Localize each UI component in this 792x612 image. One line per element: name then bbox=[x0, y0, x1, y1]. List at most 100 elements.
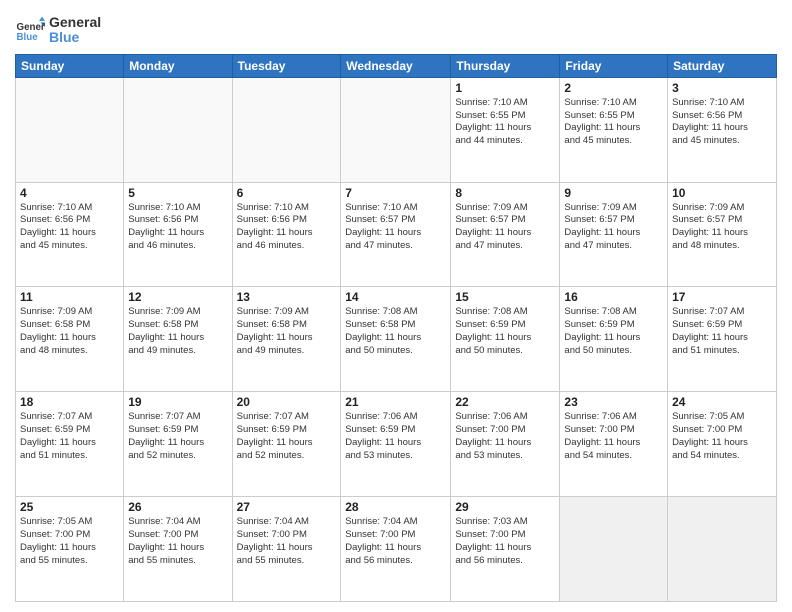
calendar-cell bbox=[341, 77, 451, 182]
calendar-cell: 9 Sunrise: 7:09 AMSunset: 6:57 PMDaylight… bbox=[560, 182, 668, 287]
day-info: Sunrise: 7:05 AMSunset: 7:00 PMDaylight:… bbox=[672, 411, 772, 462]
header-row: SundayMondayTuesdayWednesdayThursdayFrid… bbox=[16, 54, 777, 77]
calendar-cell: 22 Sunrise: 7:06 AMSunset: 7:00 PMDayligh… bbox=[451, 392, 560, 497]
header: General Blue General Blue bbox=[15, 15, 777, 46]
calendar-cell: 20 Sunrise: 7:07 AMSunset: 6:59 PMDayligh… bbox=[232, 392, 341, 497]
day-info: Sunrise: 7:10 AMSunset: 6:56 PMDaylight:… bbox=[128, 202, 227, 253]
day-number: 4 bbox=[20, 186, 119, 200]
day-info: Sunrise: 7:06 AMSunset: 7:00 PMDaylight:… bbox=[455, 411, 555, 462]
day-info: Sunrise: 7:07 AMSunset: 6:59 PMDaylight:… bbox=[672, 306, 772, 357]
calendar-cell bbox=[124, 77, 232, 182]
week-row-1: 4 Sunrise: 7:10 AMSunset: 6:56 PMDaylight… bbox=[16, 182, 777, 287]
calendar-cell: 28Sunrise: 7:04 AMSunset: 7:00 PMDayligh… bbox=[341, 497, 451, 602]
logo-icon: General Blue bbox=[15, 15, 45, 45]
header-day-sunday: Sunday bbox=[16, 54, 124, 77]
week-row-4: 25 Sunrise: 7:05 AMSunset: 7:00 PMDayligh… bbox=[16, 497, 777, 602]
day-number: 10 bbox=[672, 186, 772, 200]
calendar-cell: 23 Sunrise: 7:06 AMSunset: 7:00 PMDayligh… bbox=[560, 392, 668, 497]
day-number: 27 bbox=[237, 500, 337, 514]
day-info: Sunrise: 7:10 AMSunset: 6:55 PMDaylight:… bbox=[455, 97, 555, 148]
day-info: Sunrise: 7:10 AMSunset: 6:56 PMDaylight:… bbox=[237, 202, 337, 253]
day-number: 25 bbox=[20, 500, 119, 514]
day-number: 26 bbox=[128, 500, 227, 514]
calendar-cell bbox=[16, 77, 124, 182]
calendar-cell bbox=[668, 497, 777, 602]
day-info: Sunrise: 7:07 AMSunset: 6:59 PMDaylight:… bbox=[20, 411, 119, 462]
day-info: Sunrise: 7:09 AMSunset: 6:57 PMDaylight:… bbox=[672, 202, 772, 253]
day-number: 19 bbox=[128, 395, 227, 409]
day-info: Sunrise: 7:07 AMSunset: 6:59 PMDaylight:… bbox=[237, 411, 337, 462]
day-number: 15 bbox=[455, 290, 555, 304]
calendar-cell: 2Sunrise: 7:10 AMSunset: 6:55 PMDaylight… bbox=[560, 77, 668, 182]
calendar-cell: 26 Sunrise: 7:04 AMSunset: 7:00 PMDayligh… bbox=[124, 497, 232, 602]
day-info: Sunrise: 7:07 AMSunset: 6:59 PMDaylight:… bbox=[128, 411, 227, 462]
calendar-cell: 3 Sunrise: 7:10 AMSunset: 6:56 PMDaylight… bbox=[668, 77, 777, 182]
day-number: 14 bbox=[345, 290, 446, 304]
logo-line1: General bbox=[49, 15, 101, 30]
calendar-cell: 25 Sunrise: 7:05 AMSunset: 7:00 PMDayligh… bbox=[16, 497, 124, 602]
header-day-tuesday: Tuesday bbox=[232, 54, 341, 77]
day-info: Sunrise: 7:10 AMSunset: 6:56 PMDaylight:… bbox=[20, 202, 119, 253]
day-info: Sunrise: 7:09 AMSunset: 6:58 PMDaylight:… bbox=[20, 306, 119, 357]
calendar-cell: 11 Sunrise: 7:09 AMSunset: 6:58 PMDayligh… bbox=[16, 287, 124, 392]
calendar-cell: 7 Sunrise: 7:10 AMSunset: 6:57 PMDaylight… bbox=[341, 182, 451, 287]
day-number: 13 bbox=[237, 290, 337, 304]
calendar-cell: 1Sunrise: 7:10 AMSunset: 6:55 PMDaylight… bbox=[451, 77, 560, 182]
day-number: 7 bbox=[345, 186, 446, 200]
calendar-header: SundayMondayTuesdayWednesdayThursdayFrid… bbox=[16, 54, 777, 77]
day-number: 11 bbox=[20, 290, 119, 304]
day-number: 9 bbox=[564, 186, 663, 200]
calendar-cell bbox=[560, 497, 668, 602]
week-row-0: 1Sunrise: 7:10 AMSunset: 6:55 PMDaylight… bbox=[16, 77, 777, 182]
day-info: Sunrise: 7:05 AMSunset: 7:00 PMDaylight:… bbox=[20, 516, 119, 567]
week-row-3: 18 Sunrise: 7:07 AMSunset: 6:59 PMDayligh… bbox=[16, 392, 777, 497]
day-info: Sunrise: 7:09 AMSunset: 6:57 PMDaylight:… bbox=[564, 202, 663, 253]
header-day-wednesday: Wednesday bbox=[341, 54, 451, 77]
header-day-friday: Friday bbox=[560, 54, 668, 77]
day-info: Sunrise: 7:09 AMSunset: 6:57 PMDaylight:… bbox=[455, 202, 555, 253]
calendar-cell: 4 Sunrise: 7:10 AMSunset: 6:56 PMDaylight… bbox=[16, 182, 124, 287]
day-number: 29 bbox=[455, 500, 555, 514]
day-number: 18 bbox=[20, 395, 119, 409]
calendar-cell: 15 Sunrise: 7:08 AMSunset: 6:59 PMDayligh… bbox=[451, 287, 560, 392]
calendar-cell bbox=[232, 77, 341, 182]
day-info: Sunrise: 7:09 AMSunset: 6:58 PMDaylight:… bbox=[237, 306, 337, 357]
calendar-cell: 14 Sunrise: 7:08 AMSunset: 6:58 PMDayligh… bbox=[341, 287, 451, 392]
day-number: 21 bbox=[345, 395, 446, 409]
calendar-cell: 18 Sunrise: 7:07 AMSunset: 6:59 PMDayligh… bbox=[16, 392, 124, 497]
day-info: Sunrise: 7:04 AMSunset: 7:00 PMDaylight:… bbox=[237, 516, 337, 567]
calendar-cell: 29Sunrise: 7:03 AMSunset: 7:00 PMDayligh… bbox=[451, 497, 560, 602]
header-day-saturday: Saturday bbox=[668, 54, 777, 77]
day-info: Sunrise: 7:04 AMSunset: 7:00 PMDaylight:… bbox=[128, 516, 227, 567]
day-info: Sunrise: 7:06 AMSunset: 6:59 PMDaylight:… bbox=[345, 411, 446, 462]
calendar-cell: 21 Sunrise: 7:06 AMSunset: 6:59 PMDayligh… bbox=[341, 392, 451, 497]
header-day-monday: Monday bbox=[124, 54, 232, 77]
day-number: 5 bbox=[128, 186, 227, 200]
day-number: 3 bbox=[672, 81, 772, 95]
header-day-thursday: Thursday bbox=[451, 54, 560, 77]
calendar-cell: 27 Sunrise: 7:04 AMSunset: 7:00 PMDayligh… bbox=[232, 497, 341, 602]
svg-text:Blue: Blue bbox=[17, 32, 39, 43]
calendar-cell: 17Sunrise: 7:07 AMSunset: 6:59 PMDayligh… bbox=[668, 287, 777, 392]
calendar-cell: 13 Sunrise: 7:09 AMSunset: 6:58 PMDayligh… bbox=[232, 287, 341, 392]
calendar-body: 1Sunrise: 7:10 AMSunset: 6:55 PMDaylight… bbox=[16, 77, 777, 601]
calendar-cell: 19 Sunrise: 7:07 AMSunset: 6:59 PMDayligh… bbox=[124, 392, 232, 497]
day-info: Sunrise: 7:10 AMSunset: 6:55 PMDaylight:… bbox=[564, 97, 663, 148]
day-number: 8 bbox=[455, 186, 555, 200]
day-number: 22 bbox=[455, 395, 555, 409]
day-info: Sunrise: 7:08 AMSunset: 6:59 PMDaylight:… bbox=[564, 306, 663, 357]
day-info: Sunrise: 7:10 AMSunset: 6:56 PMDaylight:… bbox=[672, 97, 772, 148]
day-number: 20 bbox=[237, 395, 337, 409]
calendar-cell: 10 Sunrise: 7:09 AMSunset: 6:57 PMDayligh… bbox=[668, 182, 777, 287]
day-info: Sunrise: 7:10 AMSunset: 6:57 PMDaylight:… bbox=[345, 202, 446, 253]
day-number: 6 bbox=[237, 186, 337, 200]
calendar-cell: 6 Sunrise: 7:10 AMSunset: 6:56 PMDaylight… bbox=[232, 182, 341, 287]
calendar-cell: 24Sunrise: 7:05 AMSunset: 7:00 PMDayligh… bbox=[668, 392, 777, 497]
day-number: 12 bbox=[128, 290, 227, 304]
day-info: Sunrise: 7:06 AMSunset: 7:00 PMDaylight:… bbox=[564, 411, 663, 462]
day-info: Sunrise: 7:08 AMSunset: 6:59 PMDaylight:… bbox=[455, 306, 555, 357]
day-info: Sunrise: 7:08 AMSunset: 6:58 PMDaylight:… bbox=[345, 306, 446, 357]
calendar-cell: 16Sunrise: 7:08 AMSunset: 6:59 PMDayligh… bbox=[560, 287, 668, 392]
day-number: 23 bbox=[564, 395, 663, 409]
calendar-cell: 8 Sunrise: 7:09 AMSunset: 6:57 PMDaylight… bbox=[451, 182, 560, 287]
